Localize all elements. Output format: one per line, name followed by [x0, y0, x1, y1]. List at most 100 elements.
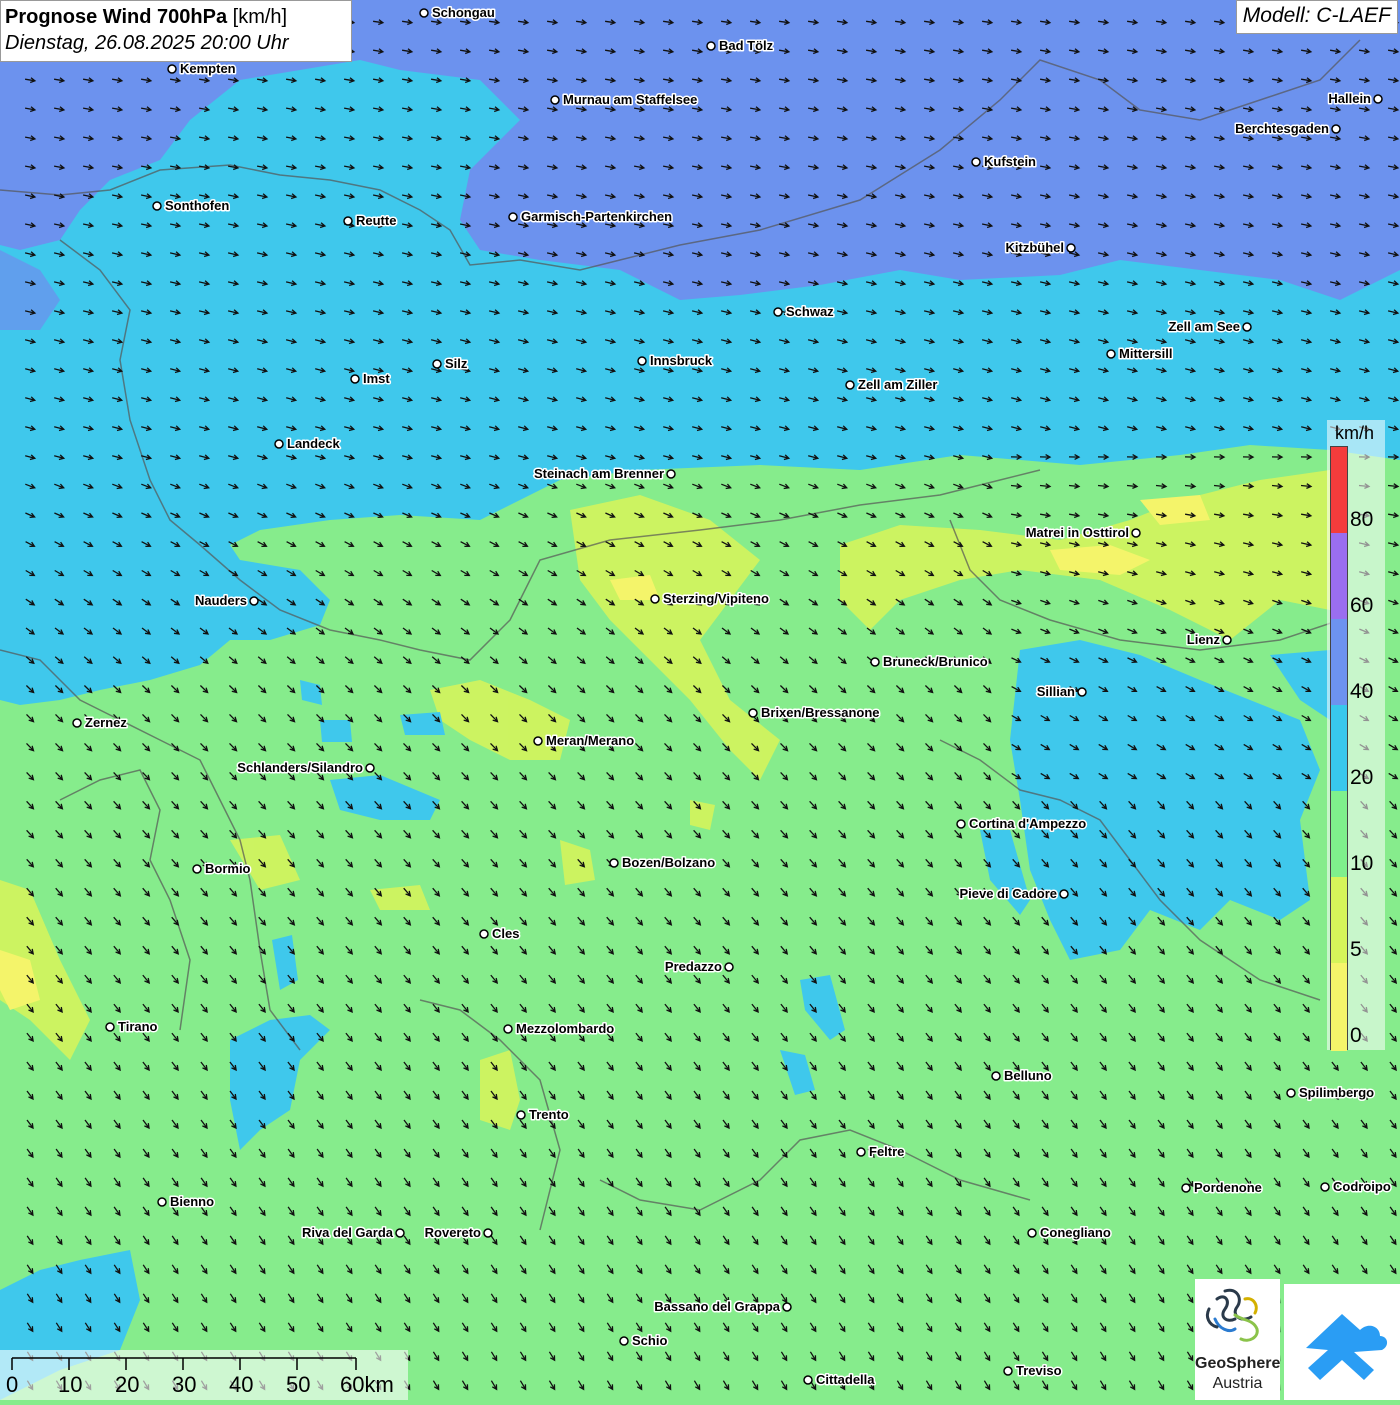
city-label: Riva del Garda — [302, 1225, 394, 1240]
city-dot-icon — [1242, 322, 1252, 332]
city-label: Sonthofen — [165, 198, 229, 213]
city-marker: Cortina d'Ampezzo — [956, 815, 1088, 833]
app-logo-icon — [1306, 1314, 1388, 1380]
legend-seg-10-20 — [1331, 791, 1347, 877]
city-dot-icon — [803, 1375, 813, 1385]
city-label: Schlanders/Silandro — [237, 760, 363, 775]
city-dot-icon — [1373, 94, 1383, 104]
city-dot-icon — [773, 307, 783, 317]
city-label: Murnau am Staffelsee — [563, 92, 697, 107]
city-label: Mittersill — [1119, 346, 1172, 361]
forecast-date: Dienstag, 26.08.2025 20:00 Uhr — [5, 32, 289, 54]
model-label: Modell: C-LAEF — [1235, 0, 1398, 34]
city-dot-icon — [706, 41, 716, 51]
city-label: Innsbruck — [650, 353, 713, 368]
city-label: Lienz — [1187, 632, 1221, 647]
city-label: Cortina d'Ampezzo — [969, 816, 1086, 831]
city-marker: Garmisch-Partenkirchen — [508, 208, 674, 226]
weather-app-logo[interactable] — [1284, 1284, 1400, 1400]
city-dot-icon — [350, 374, 360, 384]
city-label: Bad Tölz — [719, 38, 774, 53]
city-dot-icon — [395, 1228, 405, 1238]
city-marker: Brixen/Bressanone — [748, 704, 881, 722]
page-title: Prognose Wind 700hPa [km/h] — [5, 4, 347, 30]
city-marker: Berchtesgaden — [1234, 120, 1341, 138]
city-dot-icon — [1066, 243, 1076, 253]
scale-bar: 0 10 20 30 40 50 60km — [0, 1350, 408, 1400]
city-label: Brixen/Bressanone — [761, 705, 880, 720]
city-dot-icon — [845, 380, 855, 390]
city-dot-icon — [105, 1022, 115, 1032]
city-dot-icon — [1027, 1228, 1037, 1238]
scale-label: 0 — [6, 1372, 19, 1397]
city-dot-icon — [365, 763, 375, 773]
city-dot-icon — [192, 864, 202, 874]
city-dot-icon — [508, 212, 518, 222]
city-label: Matrei in Osttirol — [1026, 525, 1129, 540]
title-unit: [km/h] — [227, 6, 288, 28]
city-label: Codroipo — [1333, 1179, 1391, 1194]
city-dot-icon — [516, 1110, 526, 1120]
city-dot-icon — [167, 64, 177, 74]
city-label: Bormio — [205, 861, 251, 876]
scale-label: 50 — [286, 1372, 311, 1397]
city-marker: Meran/Merano — [533, 732, 636, 750]
city-dot-icon — [343, 216, 353, 226]
city-dot-icon — [483, 1228, 493, 1238]
city-label: Sterzing/Vipiteno — [663, 591, 769, 606]
city-dot-icon — [1222, 635, 1232, 645]
city-marker: Riva del Garda — [300, 1224, 405, 1242]
city-label: Hallein — [1328, 91, 1371, 106]
city-marker: Bozen/Bolzano — [609, 854, 717, 872]
city-label: Reutte — [356, 213, 396, 228]
legend-seg-0-5 — [1331, 963, 1347, 1051]
legend-seg-40-60 — [1331, 619, 1347, 705]
city-dot-icon — [1077, 687, 1087, 697]
city-marker: Innsbruck — [637, 352, 714, 370]
city-dot-icon — [856, 1147, 866, 1157]
city-label: Feltre — [869, 1144, 904, 1159]
legend-tick: 80 — [1350, 508, 1374, 531]
city-dot-icon — [650, 594, 660, 604]
city-label: Rovereto — [425, 1225, 481, 1240]
city-marker: Zell am See — [1167, 318, 1252, 336]
city-label: Imst — [363, 371, 390, 386]
city-label: Schio — [632, 1333, 667, 1348]
city-marker: Bassano del Grappa — [653, 1298, 792, 1316]
city-dot-icon — [419, 8, 429, 18]
scale-label: 60km — [340, 1372, 394, 1397]
city-dot-icon — [956, 819, 966, 829]
city-dot-icon — [432, 359, 442, 369]
city-label: Meran/Merano — [546, 733, 634, 748]
city-marker: Sterzing/Vipiteno — [650, 590, 770, 608]
geosphere-name: GeoSphere — [1195, 1355, 1281, 1372]
scale-label: 10 — [58, 1372, 83, 1397]
city-label: Landeck — [287, 436, 341, 451]
city-label: Bienno — [170, 1194, 214, 1209]
city-dot-icon — [1131, 528, 1141, 538]
scale-label: 40 — [229, 1372, 254, 1397]
city-dot-icon — [971, 157, 981, 167]
city-marker: Zell am Ziller — [845, 376, 939, 394]
city-label: Bruneck/Brunico — [883, 654, 988, 669]
city-label: Bozen/Bolzano — [622, 855, 715, 870]
city-dot-icon — [533, 736, 543, 746]
city-label: Kitzbühel — [1006, 240, 1065, 255]
city-dot-icon — [637, 356, 647, 366]
city-marker: Pordenone — [1181, 1179, 1263, 1197]
city-dot-icon — [503, 1024, 513, 1034]
city-dot-icon — [1331, 124, 1341, 134]
city-dot-icon — [157, 1197, 167, 1207]
city-dot-icon — [1286, 1088, 1296, 1098]
city-dot-icon — [782, 1302, 792, 1312]
legend-tick: 20 — [1350, 766, 1374, 789]
geosphere-logo[interactable]: GeoSphere Austria — [1195, 1279, 1280, 1400]
city-label: Zell am See — [1168, 319, 1240, 334]
geosphere-sub: Austria — [1212, 1375, 1263, 1392]
city-dot-icon — [249, 596, 259, 606]
title-main: Prognose Wind 700hPa — [5, 6, 228, 28]
city-dot-icon — [72, 718, 82, 728]
city-label: Belluno — [1004, 1068, 1052, 1083]
title-box: Prognose Wind 700hPa [km/h] Dienstag, 26… — [0, 0, 352, 62]
city-label: Silz — [445, 356, 468, 371]
